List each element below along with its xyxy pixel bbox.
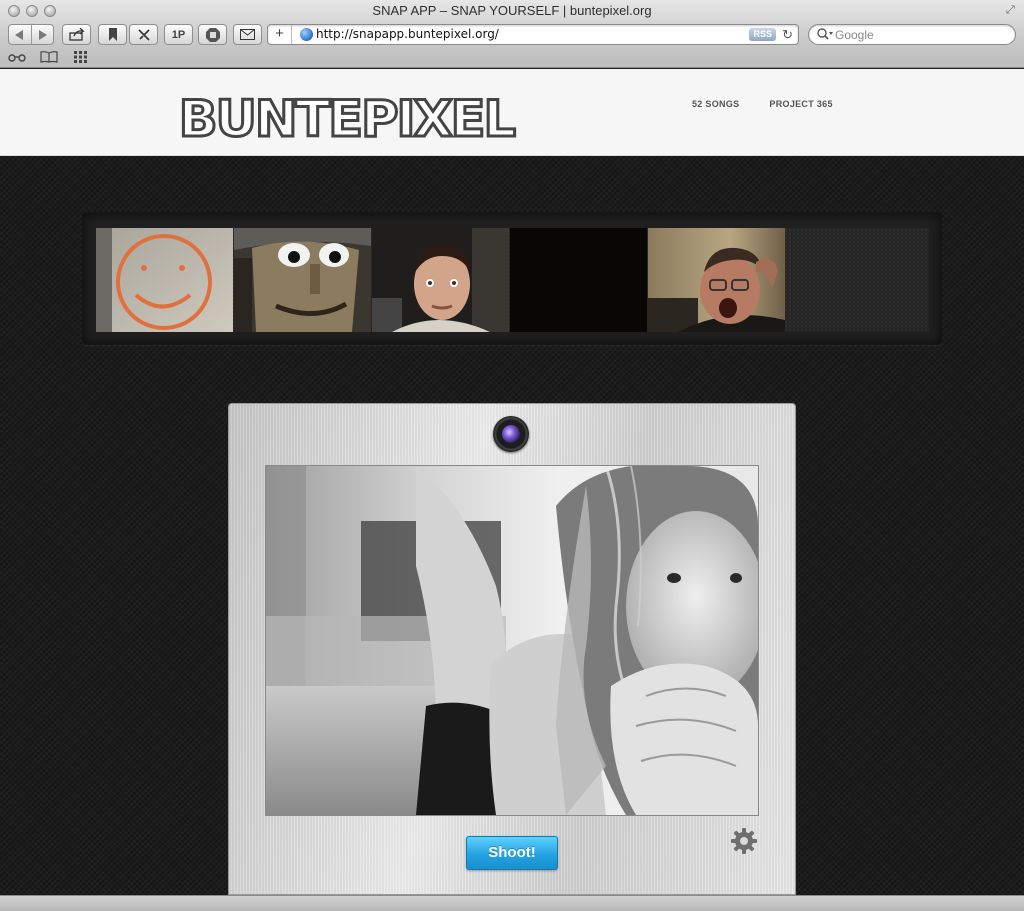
- onepassword-button[interactable]: 1P: [164, 24, 193, 45]
- rss-badge[interactable]: RSS: [749, 28, 776, 41]
- gallery-thumbnail-2[interactable]: [234, 228, 371, 332]
- window-title: SNAP APP – SNAP YOURSELF | buntepixel.or…: [372, 3, 652, 18]
- onepassword-icon: 1P: [171, 28, 186, 41]
- reload-icon[interactable]: ↻: [782, 27, 793, 42]
- settings-gear-icon[interactable]: [730, 827, 758, 855]
- browser-status-bar: [0, 895, 1024, 911]
- mail-icon: [240, 29, 255, 40]
- top-sites-icon[interactable]: [72, 51, 90, 63]
- nav-link-project-365[interactable]: PROJECT 365: [769, 99, 832, 109]
- gallery-thumbnail-1[interactable]: [96, 228, 233, 332]
- adblock-icon: [205, 27, 220, 42]
- back-icon: [15, 29, 24, 40]
- gallery-thumbnail-4[interactable]: [510, 228, 647, 332]
- reading-list-icon[interactable]: [8, 51, 26, 63]
- gallery-thumbnail-5[interactable]: [648, 228, 785, 332]
- webcam-lens-icon: [493, 416, 529, 452]
- browser-chrome: SNAP APP – SNAP YOURSELF | buntepixel.or…: [0, 0, 1024, 68]
- fullscreen-icon[interactable]: ⤢: [1006, 4, 1018, 16]
- gallery-track: [96, 228, 929, 332]
- gallery-thumbnail-3[interactable]: [372, 228, 509, 332]
- back-forward-buttons: [8, 24, 54, 45]
- shoot-button[interactable]: Shoot!: [466, 836, 558, 870]
- search-placeholder: Google: [835, 28, 874, 42]
- bookmark-icon: [108, 27, 117, 41]
- address-bar[interactable]: + http://snapapp.buntepixel.org/ RSS ↻: [267, 24, 799, 45]
- snapshot-gallery: [82, 212, 942, 345]
- url-text[interactable]: http://snapapp.buntepixel.org/: [316, 27, 499, 41]
- live-camera-preview: [266, 466, 758, 815]
- forward-icon: [38, 29, 47, 40]
- mail-button[interactable]: [233, 24, 262, 45]
- bookmarks-icon[interactable]: [40, 51, 58, 63]
- add-bookmark-plus-icon[interactable]: +: [268, 25, 292, 44]
- nav-link-52-songs[interactable]: 52 SONGS: [692, 99, 739, 109]
- share-icon: [68, 28, 85, 41]
- main-nav: 52 SONGS PROJECT 365: [692, 99, 833, 109]
- tools-button[interactable]: [129, 24, 158, 45]
- search-icon[interactable]: [817, 28, 833, 41]
- tools-icon: [137, 28, 150, 41]
- forward-button[interactable]: [30, 25, 53, 44]
- share-button[interactable]: [62, 24, 91, 45]
- adblock-button[interactable]: [198, 24, 227, 45]
- back-button[interactable]: [9, 25, 31, 44]
- search-field[interactable]: Google: [808, 24, 1016, 45]
- site-logo[interactable]: BUNTEPIXEL: [177, 92, 517, 147]
- camera-viewport: [266, 466, 758, 815]
- bookmark-button[interactable]: [98, 24, 127, 45]
- site-header: BUNTEPIXEL 52 SONGS PROJECT 365: [0, 69, 1024, 156]
- camera-device: Shoot!: [228, 403, 796, 895]
- site-globe-icon: [300, 28, 313, 41]
- bookmarks-bar: [8, 49, 90, 65]
